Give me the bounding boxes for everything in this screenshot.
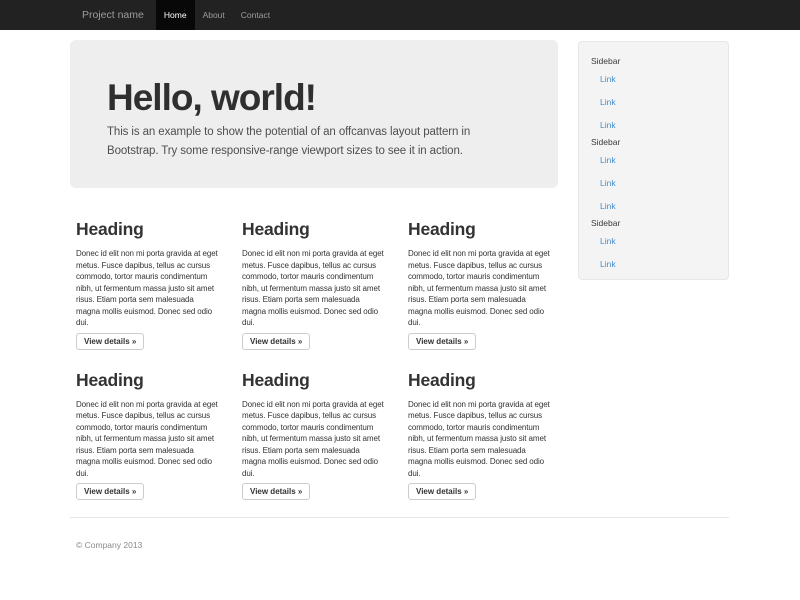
card-heading: Heading — [408, 369, 560, 391]
view-details-button[interactable]: View details » — [242, 483, 310, 500]
sidebar-group: Sidebar Link Link Link — [579, 136, 728, 217]
feature-card: Heading Donec id elit non mi porta gravi… — [408, 199, 560, 350]
card-heading: Heading — [242, 218, 394, 240]
nav-item-home[interactable]: Home — [156, 0, 195, 30]
feature-card: Heading Donec id elit non mi porta gravi… — [242, 350, 394, 501]
view-details-button[interactable]: View details » — [76, 333, 144, 350]
sidebar-link[interactable]: Link — [600, 113, 728, 136]
card-body: Donec id elit non mi porta gravida at eg… — [242, 399, 394, 480]
card-body: Donec id elit non mi porta gravida at eg… — [76, 248, 228, 329]
view-details-button[interactable]: View details » — [408, 333, 476, 350]
feature-card: Heading Donec id elit non mi porta gravi… — [76, 350, 228, 501]
footer-divider — [70, 517, 729, 518]
view-details-button[interactable]: View details » — [242, 333, 310, 350]
card-heading: Heading — [242, 369, 394, 391]
sidebar-group-title: Sidebar — [591, 55, 728, 67]
sidebar-link[interactable]: Link — [600, 171, 728, 194]
view-details-button[interactable]: View details » — [76, 483, 144, 500]
jumbotron-lead: This is an example to show the potential… — [107, 123, 528, 161]
sidebar-group: Sidebar Link Link Link — [579, 55, 728, 136]
navbar-brand-link[interactable]: Project name — [68, 0, 156, 30]
card-heading: Heading — [76, 369, 228, 391]
feature-card: Heading Donec id elit non mi porta gravi… — [242, 199, 394, 350]
sidebar-link[interactable]: Link — [600, 67, 728, 90]
card-body: Donec id elit non mi porta gravida at eg… — [76, 399, 228, 480]
sidebar-group-title: Sidebar — [591, 217, 728, 229]
sidebar-link[interactable]: Link — [600, 229, 728, 252]
sidebar-group: Sidebar Link Link — [579, 217, 728, 275]
card-body: Donec id elit non mi porta gravida at eg… — [408, 248, 560, 329]
sidebar-panel: Sidebar Link Link Link Sidebar Link Link… — [578, 41, 729, 280]
sidebar-link[interactable]: Link — [600, 148, 728, 171]
copyright-text: © Company 2013 — [76, 540, 142, 550]
sidebar-link[interactable]: Link — [600, 194, 728, 217]
view-details-button[interactable]: View details » — [408, 483, 476, 500]
navbar: Project name Home About Contact — [0, 0, 800, 30]
sidebar-link[interactable]: Link — [600, 252, 728, 275]
card-body: Donec id elit non mi porta gravida at eg… — [242, 248, 394, 329]
sidebar-group-title: Sidebar — [591, 136, 728, 148]
feature-card: Heading Donec id elit non mi porta gravi… — [76, 199, 228, 350]
card-body: Donec id elit non mi porta gravida at eg… — [408, 399, 560, 480]
nav-item-contact[interactable]: Contact — [233, 0, 278, 30]
sidebar-link[interactable]: Link — [600, 90, 728, 113]
page-title: Hello, world! — [107, 78, 528, 118]
jumbotron: Hello, world! This is an example to show… — [70, 40, 558, 188]
nav-item-about[interactable]: About — [195, 0, 233, 30]
card-grid: Heading Donec id elit non mi porta gravi… — [76, 199, 574, 500]
card-heading: Heading — [76, 218, 228, 240]
feature-card: Heading Donec id elit non mi porta gravi… — [408, 350, 560, 501]
navbar-container: Project name Home About Contact — [68, 0, 800, 30]
card-heading: Heading — [408, 218, 560, 240]
